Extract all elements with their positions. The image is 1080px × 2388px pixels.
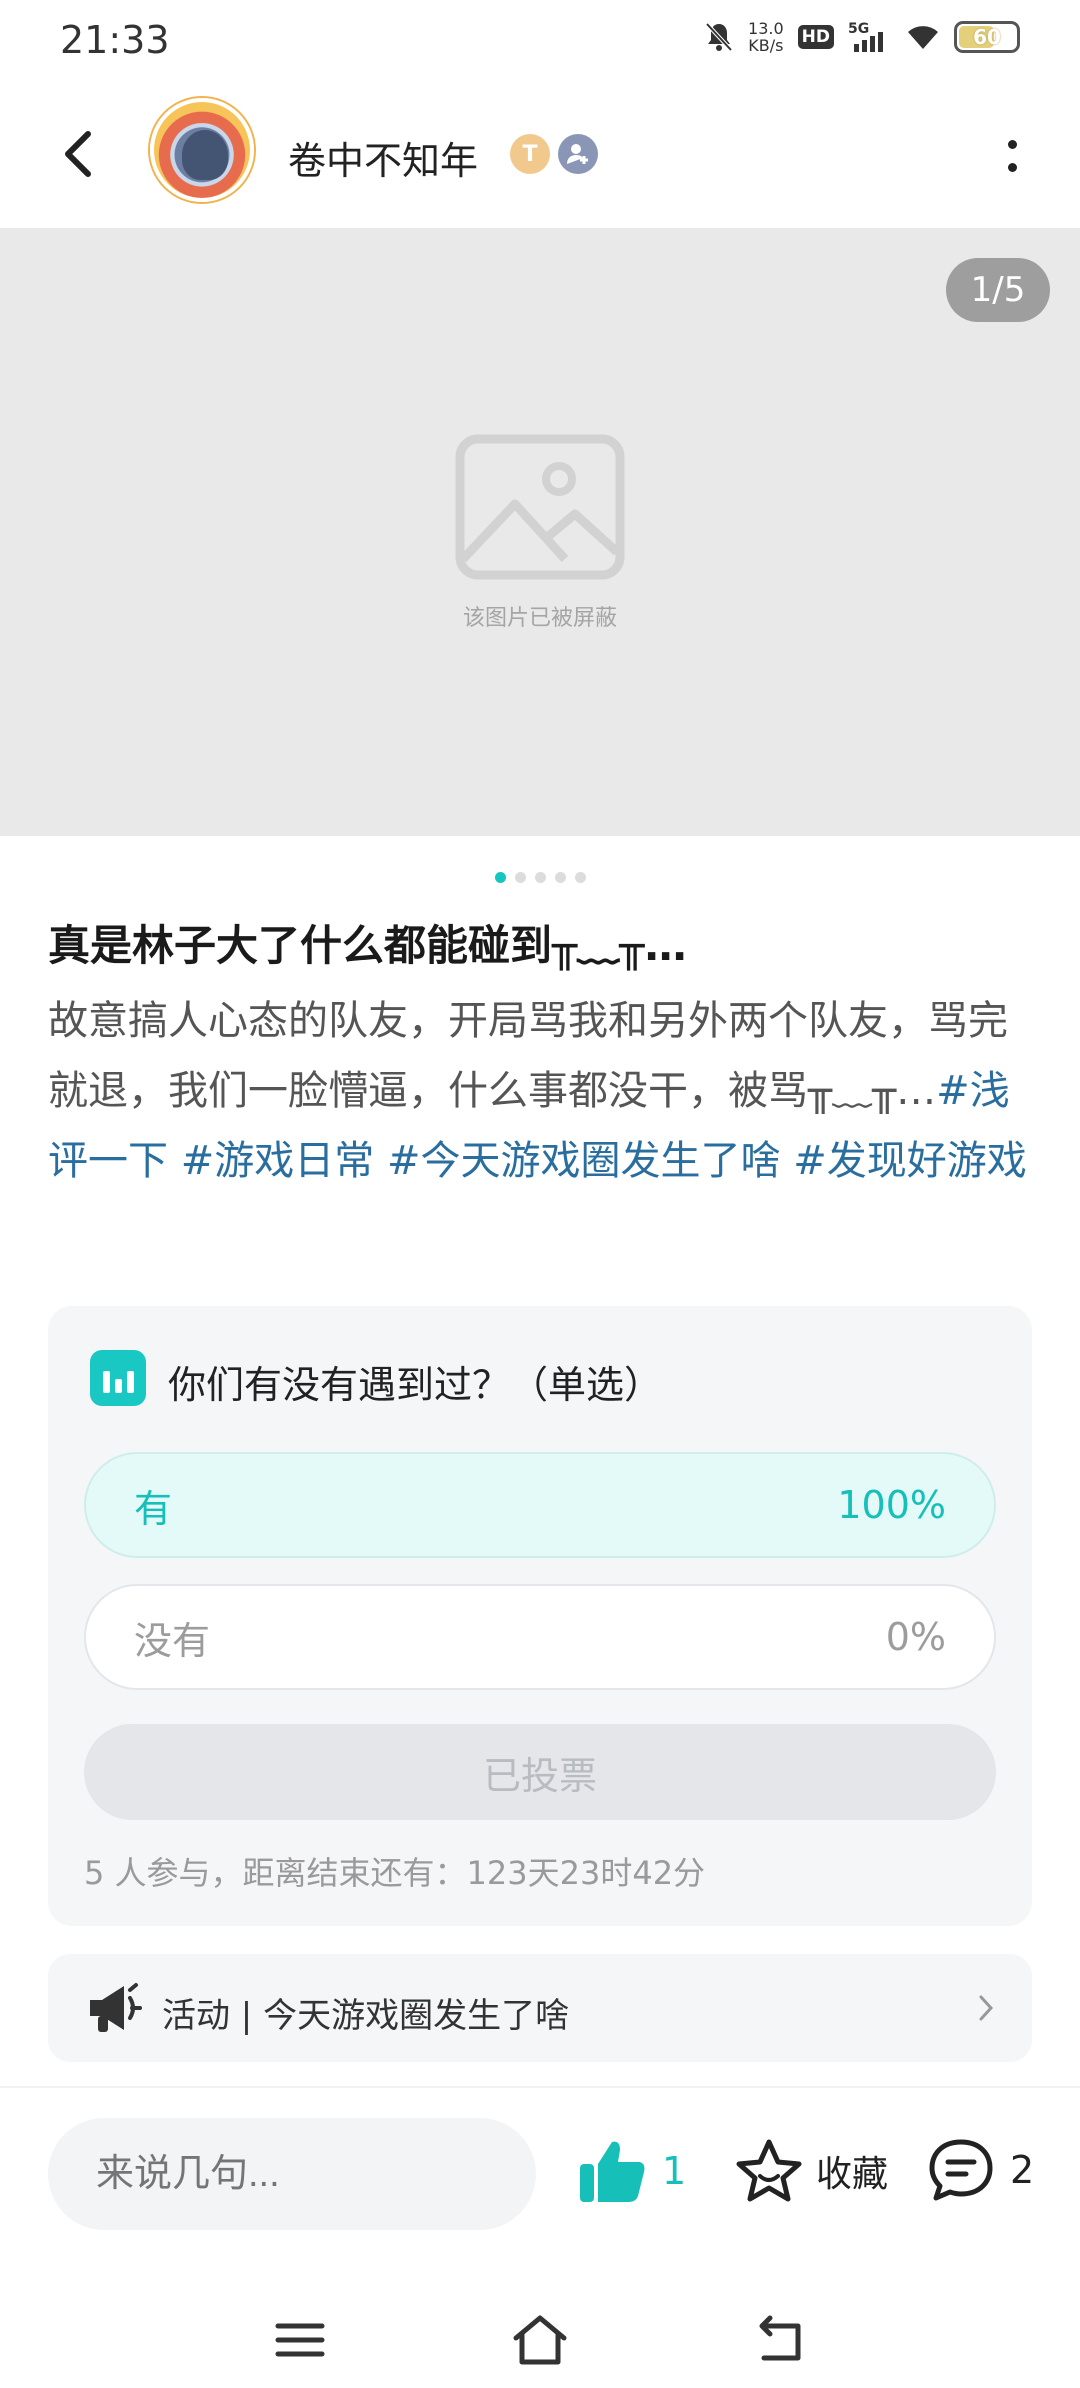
carousel-dot xyxy=(534,872,546,883)
poll-option-yes[interactable]: 有 100% xyxy=(84,1452,996,1558)
image-counter: 1/5 xyxy=(946,258,1050,322)
carousel-dot xyxy=(554,872,566,883)
net-speed: 13.0 KB/s xyxy=(748,19,784,55)
back-icon[interactable] xyxy=(750,2310,810,2370)
post-body: 故意搞人心态的队友，开局骂我和另外两个队友，骂完就退，我们一脸懵逼，什么事都没干… xyxy=(48,986,1038,1196)
system-nav-bar xyxy=(0,2288,1080,2388)
poll-meta: 5 人参与，距离结束还有：123天23时42分 xyxy=(84,1854,706,1892)
post-image-carousel[interactable]: 1/5 该图片已被屏蔽 xyxy=(0,228,1080,836)
activity-text: 活动 | 今天游戏圈发生了啥 xyxy=(162,1996,570,2036)
comment-button[interactable]: 2 xyxy=(928,2138,1034,2202)
author-avatar[interactable] xyxy=(150,98,254,202)
level-badge-icon: T xyxy=(510,134,550,174)
poll-option-percent: 0% xyxy=(885,1615,946,1659)
comment-input[interactable] xyxy=(48,2118,536,2230)
status-time: 21:33 xyxy=(60,18,170,62)
poll-option-no[interactable]: 没有 0% xyxy=(84,1584,996,1690)
voted-button[interactable]: 已投票 xyxy=(84,1724,996,1820)
thumbs-up-icon xyxy=(580,2141,645,2202)
carousel-dot xyxy=(494,872,506,883)
comment-count: 2 xyxy=(1010,2148,1035,2192)
back-arrow-icon[interactable] xyxy=(52,124,112,184)
favorite-label: 收藏 xyxy=(816,2154,889,2195)
poll-option-percent: 100% xyxy=(837,1483,946,1527)
post-title: 真是林子大了什么都能碰到╥﹏╥… xyxy=(48,921,687,970)
image-blocked-text: 该图片已被屏蔽 xyxy=(462,606,617,631)
topic-tag[interactable]: #游戏日常 xyxy=(181,1138,375,1184)
more-options-icon[interactable] xyxy=(992,126,1032,186)
mute-bell-icon xyxy=(705,22,733,52)
favorite-button[interactable]: 收藏 xyxy=(736,2138,888,2204)
battery-icon: 60 xyxy=(954,21,1020,53)
author-name[interactable]: 卷中不知年 xyxy=(288,130,478,185)
poll-chart-icon xyxy=(90,1350,146,1406)
image-placeholder-icon xyxy=(455,434,625,580)
home-icon[interactable] xyxy=(510,2310,570,2370)
poll-card: 你们有没有遇到过？（单选） 有 100% 没有 0% 已投票 5 人参与，距离结… xyxy=(48,1306,1032,1926)
wifi-icon xyxy=(908,26,938,49)
like-button[interactable]: 1 xyxy=(578,2138,686,2204)
divider xyxy=(0,2086,1080,2088)
comment-bubble-icon xyxy=(929,2139,993,2201)
svg-text:5G: 5G xyxy=(848,21,869,37)
carousel-dot xyxy=(574,872,586,883)
hd-badge: HD xyxy=(797,25,834,49)
poll-option-label: 有 xyxy=(134,1486,173,1531)
signal-5g-icon: 5G xyxy=(848,21,883,52)
like-count: 1 xyxy=(662,2149,687,2193)
post-header: 卷中不知年 T xyxy=(0,92,1080,222)
post-text: 故意搞人心态的队友，开局骂我和另外两个队友，骂完就退，我们一脸懵逼，什么事都没干… xyxy=(48,998,1008,1114)
status-bar: 21:33 13.0 KB/s HD 5G 60 xyxy=(0,0,1080,84)
carousel-indicator xyxy=(0,872,1080,883)
activity-banner[interactable]: 活动 | 今天游戏圈发生了啥 xyxy=(48,1954,1032,2062)
carousel-dot xyxy=(514,872,526,883)
chevron-right-icon xyxy=(979,1995,994,2021)
status-icons: 13.0 KB/s HD 5G 60 xyxy=(704,20,1020,54)
topic-tag[interactable]: #今天游戏圈发生了啥 xyxy=(387,1138,781,1184)
poll-question: 你们有没有遇到过？（单选） xyxy=(168,1363,663,1407)
star-icon xyxy=(736,2139,802,2202)
megaphone-icon xyxy=(90,1983,142,2032)
menu-icon[interactable] xyxy=(270,2310,330,2370)
follow-user-icon[interactable] xyxy=(558,134,598,174)
poll-option-label: 没有 xyxy=(134,1618,211,1663)
topic-tag[interactable]: #发现好游戏 xyxy=(793,1138,1027,1184)
